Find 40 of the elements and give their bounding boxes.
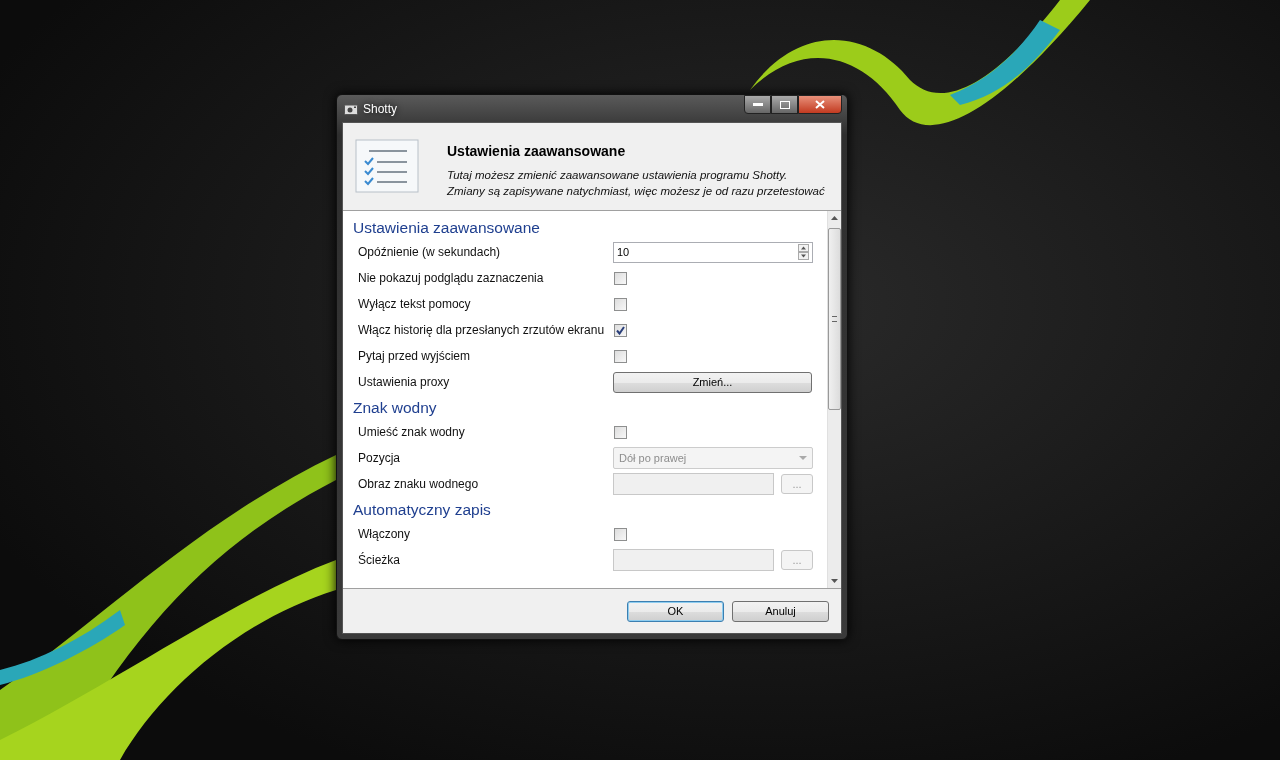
change-button[interactable]: Zmień... <box>613 371 812 393</box>
setting-label: Ścieżka <box>358 553 402 567</box>
setting-label: Umieść znak wodny <box>358 425 466 439</box>
checkbox[interactable] <box>614 527 627 541</box>
checkbox[interactable] <box>614 323 627 337</box>
setting-label: Włączony <box>358 527 411 541</box>
scrollbar[interactable] <box>827 211 841 588</box>
scroll-down-icon[interactable] <box>831 579 838 583</box>
setting-label: Wyłącz tekst pomocy <box>358 297 472 311</box>
section-heading: Automatyczny zapis <box>353 500 492 520</box>
maximize-button[interactable] <box>771 95 798 114</box>
cancel-button[interactable]: Anuluj <box>732 600 829 622</box>
minimize-icon <box>752 102 763 107</box>
setting-label: Włącz historię dla przesłanych zrzutów ekranu <box>358 323 606 337</box>
scroll-up-icon[interactable] <box>831 216 838 220</box>
ok-button[interactable]: OK <box>627 600 724 622</box>
checkbox[interactable] <box>614 425 627 439</box>
header-title: Ustawienia zaawansowane <box>447 143 627 159</box>
checklist-icon <box>355 139 419 193</box>
window-title: Shotty <box>363 101 398 116</box>
header-description: Tutaj możesz zmienić zaawansowane ustawienia programu Shotty. Zmiany są zapisywane natychmiast, więc możesz je od razu przetestować <box>447 168 825 199</box>
setting-label: Pozycja <box>358 451 402 465</box>
checkbox[interactable] <box>614 271 627 285</box>
dropdown-arrow-icon <box>799 455 807 461</box>
minimize-button[interactable] <box>744 95 771 114</box>
section-heading: Znak wodny <box>353 398 438 418</box>
setting-label: Ustawienia proxy <box>358 375 451 389</box>
setting-label: Opóźnienie (w sekundach) <box>358 245 502 259</box>
checkbox[interactable] <box>614 297 627 311</box>
setting-label: Obraz znaku wodnego <box>358 477 480 491</box>
close-icon <box>815 100 825 109</box>
close-button[interactable] <box>798 95 842 114</box>
setting-label: Nie pokazuj podglądu zaznaczenia <box>358 271 545 285</box>
setting-label: Pytaj przed wyjściem <box>358 349 472 363</box>
maximize-icon <box>779 100 790 109</box>
number-field[interactable]: 10 <box>613 241 813 263</box>
camera-icon <box>344 102 358 115</box>
checkbox[interactable] <box>614 349 627 363</box>
section-heading: Ustawienia zaawansowane <box>353 218 541 238</box>
spin-arrows-icon[interactable] <box>798 244 809 260</box>
